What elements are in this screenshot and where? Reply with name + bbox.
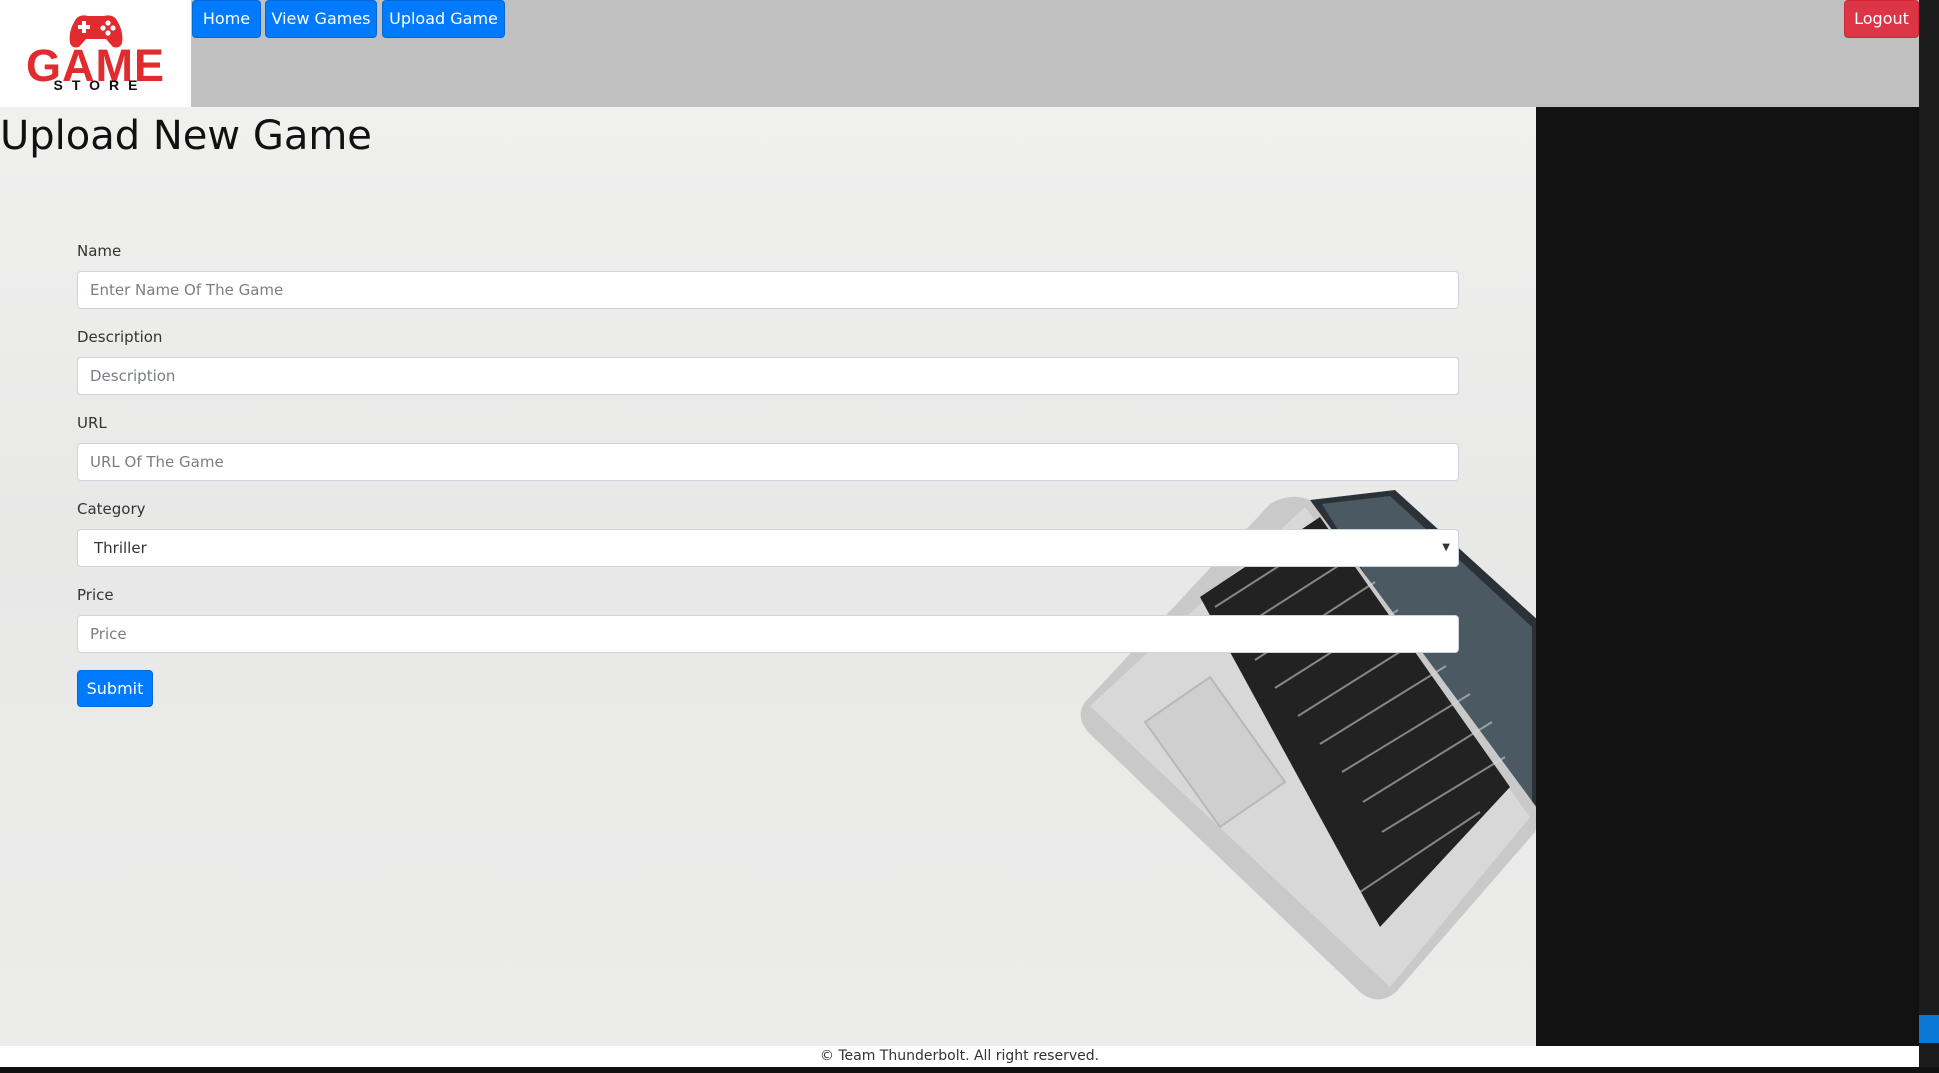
footer-copyright: © Team Thunderbolt. All right reserved. <box>819 1048 1100 1064</box>
category-label: Category <box>77 500 146 518</box>
caret-down-icon: ▼ <box>1442 542 1450 553</box>
view-games-button[interactable]: View Games <box>265 0 377 38</box>
scrollbar-thumb[interactable] <box>1919 1015 1939 1043</box>
submit-button[interactable]: Submit <box>77 670 153 707</box>
url-label: URL <box>77 414 107 432</box>
name-label: Name <box>77 242 122 260</box>
laptop-background-image <box>1080 490 1536 1000</box>
logout-button[interactable]: Logout <box>1844 0 1919 38</box>
footer: © Team Thunderbolt. All right reserved. <box>0 1046 1919 1067</box>
name-input[interactable] <box>77 271 1459 309</box>
logo-subword: STORE <box>53 77 147 93</box>
category-select[interactable]: Thriller ▼ <box>77 529 1459 567</box>
home-button[interactable]: Home <box>192 0 261 38</box>
page-title: Upload New Game <box>0 113 372 159</box>
description-label: Description <box>77 328 163 346</box>
price-label: Price <box>77 586 114 604</box>
bottom-edge <box>0 1067 1939 1073</box>
dark-side-panel <box>1536 107 1919 1046</box>
top-navbar: GAME STORE Home View Games Upload Game L… <box>0 0 1919 107</box>
category-selected-value: Thriller <box>94 539 147 557</box>
price-input[interactable] <box>77 615 1459 653</box>
window-edge-strip <box>1919 0 1939 1073</box>
upload-form-section: Upload New Game Name Description URL Cat… <box>0 107 1536 1046</box>
description-input[interactable] <box>77 357 1459 395</box>
game-store-logo[interactable]: GAME STORE <box>0 0 191 107</box>
url-input[interactable] <box>77 443 1459 481</box>
upload-game-button[interactable]: Upload Game <box>382 0 505 38</box>
